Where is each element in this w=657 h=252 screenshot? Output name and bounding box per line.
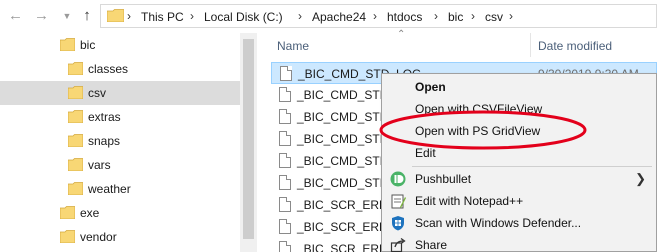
file-icon	[279, 241, 291, 252]
file-icon	[279, 109, 291, 124]
breadcrumb-apache24[interactable]: Apache24	[312, 10, 366, 24]
tree-item-snaps[interactable]: snaps	[0, 129, 240, 153]
menu-item-open-with-csvfileview[interactable]: Open with CSVFileView	[382, 98, 656, 120]
tree-item-extras[interactable]: extras	[0, 105, 240, 129]
submenu-arrow-icon: ❯	[635, 171, 646, 186]
folder-icon	[68, 182, 83, 195]
file-icon	[279, 219, 291, 234]
menu-item-label: Edit with Notepad++	[415, 194, 524, 208]
breadcrumb-htdocs[interactable]: htdocs	[387, 10, 422, 24]
navigation-pane: bic classes csv extras snaps vars weathe…	[0, 33, 240, 252]
recent-locations-chevron-icon[interactable]: ▼	[60, 8, 74, 24]
up-arrow-icon[interactable]: ↑	[80, 8, 94, 24]
column-header-name[interactable]: Name	[277, 39, 309, 53]
column-header-date-modified[interactable]: Date modified	[538, 39, 612, 53]
column-divider	[530, 33, 531, 57]
breadcrumb-separator-icon: ›	[298, 9, 302, 23]
menu-item-share[interactable]: Share	[382, 234, 656, 252]
menu-item-open-with-ps-gridview[interactable]: Open with PS GridView	[382, 120, 656, 142]
tree-item-label: exe	[80, 206, 100, 220]
folder-icon	[68, 62, 83, 75]
breadcrumb-this-pc[interactable]: This PC	[141, 10, 184, 24]
forward-arrow-icon[interactable]: →	[34, 8, 49, 24]
folder-icon	[68, 158, 83, 171]
file-icon	[279, 87, 291, 102]
back-arrow-icon[interactable]: ←	[8, 8, 23, 24]
tree-item-csv[interactable]: csv	[0, 81, 240, 105]
folder-icon	[68, 134, 83, 147]
file-icon	[280, 66, 292, 81]
tree-item-label: snaps	[88, 134, 121, 148]
menu-item-label: Scan with Windows Defender...	[415, 216, 582, 230]
tree-item-classes[interactable]: classes	[0, 57, 240, 81]
menu-item-label: Share	[415, 238, 448, 252]
menu-item-label: Edit	[415, 146, 436, 160]
breadcrumb-separator-icon: ›	[373, 9, 377, 23]
file-icon	[279, 175, 291, 190]
folder-icon	[68, 110, 83, 123]
tree-item-weather[interactable]: weather	[0, 177, 240, 201]
tree-item-vars[interactable]: vars	[0, 153, 240, 177]
breadcrumb-separator-icon: ›	[190, 9, 194, 23]
file-icon	[279, 153, 291, 168]
tree-item-label: extras	[88, 110, 121, 124]
breadcrumb-separator-icon: ›	[509, 9, 513, 23]
tree-item-label: weather	[88, 182, 131, 196]
tree-item-label: csv	[88, 86, 106, 100]
address-bar[interactable]: › This PC › Local Disk (C:) › Apache24 ›…	[100, 4, 657, 28]
menu-item-label: Open with PS GridView	[415, 124, 541, 138]
folder-icon	[60, 38, 75, 51]
breadcrumb-separator-icon: ›	[471, 9, 475, 23]
tree-item-label: vars	[88, 158, 111, 172]
pushbullet-icon	[390, 171, 406, 187]
breadcrumb-separator-icon: ›	[434, 9, 438, 23]
menu-item-label: Open with CSVFileView	[415, 102, 543, 116]
notepadpp-icon	[391, 194, 406, 209]
breadcrumb-local-disk[interactable]: Local Disk (C:)	[204, 10, 283, 24]
menu-item-label: Pushbullet	[415, 172, 472, 186]
sort-chevron-up-icon: ⌃	[397, 29, 406, 40]
nav-scrollbar[interactable]	[240, 33, 257, 252]
menu-item-open[interactable]: Open	[382, 76, 656, 98]
folder-icon	[60, 230, 75, 243]
windows-defender-icon	[392, 216, 404, 231]
menu-item-edit-with-notepadpp[interactable]: Edit with Notepad++	[382, 190, 656, 212]
address-bar-region: ← → ▼ ↑ › This PC › Local Disk (C:) › Ap…	[0, 0, 657, 33]
breadcrumb-separator-icon: ›	[127, 9, 131, 23]
menu-separator	[412, 166, 652, 167]
tree-item-label: classes	[88, 62, 129, 76]
scrollbar-thumb[interactable]	[243, 39, 254, 239]
breadcrumb-bic[interactable]: bic	[448, 10, 463, 24]
tree-item-label: bic	[80, 38, 96, 52]
menu-item-scan-with-windows-defender[interactable]: Scan with Windows Defender...	[382, 212, 656, 234]
file-icon	[279, 197, 291, 212]
file-icon	[279, 131, 291, 146]
tree-item-vendor[interactable]: vendor	[0, 225, 240, 249]
menu-item-label: Open	[415, 80, 446, 94]
context-menu: Open Open with CSVFileView Open with PS …	[381, 73, 657, 252]
breadcrumb-csv[interactable]: csv	[485, 10, 503, 24]
share-icon	[390, 237, 406, 252]
folder-icon	[68, 86, 83, 99]
menu-item-pushbullet[interactable]: Pushbullet ❯	[382, 168, 656, 190]
tree-item-bic[interactable]: bic	[0, 33, 240, 57]
folder-icon	[107, 9, 124, 22]
tree-item-label: vendor	[80, 230, 117, 244]
tree-item-exe[interactable]: exe	[0, 201, 240, 225]
menu-item-edit[interactable]: Edit	[382, 142, 656, 164]
folder-icon	[60, 206, 75, 219]
